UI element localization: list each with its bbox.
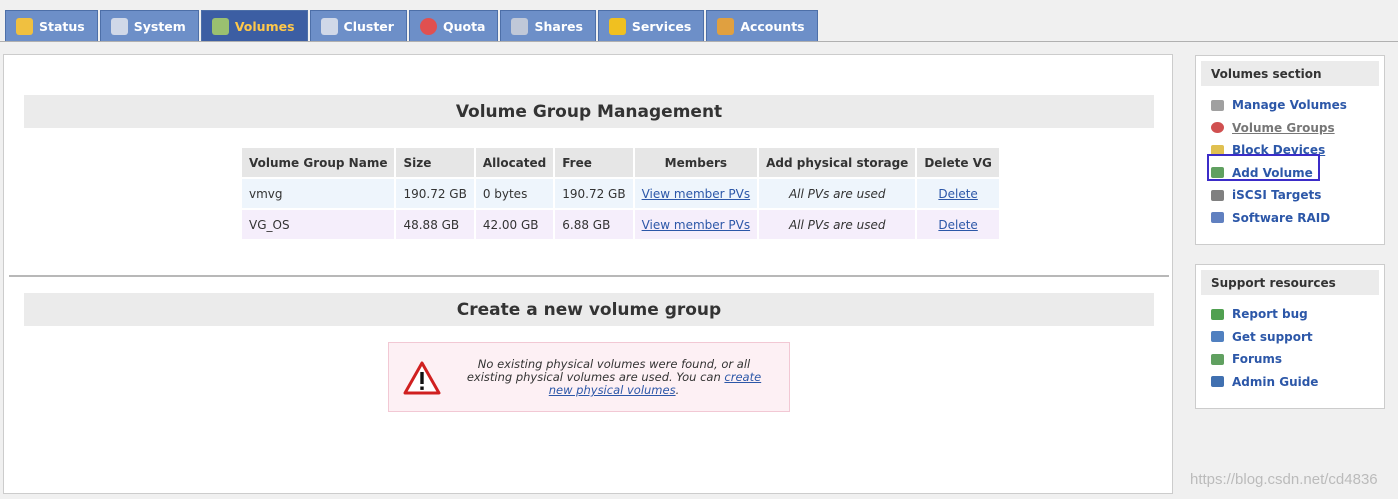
main-content-panel: Volume Group Management Volume Group Nam… xyxy=(3,54,1173,494)
warning-icon xyxy=(403,361,441,395)
support-section-title: Support resources xyxy=(1201,270,1379,295)
tab-services[interactable]: Services xyxy=(597,10,705,42)
volume-groups-link[interactable]: Volume Groups xyxy=(1211,117,1384,140)
manage-volumes-link[interactable]: Manage Volumes xyxy=(1211,94,1384,117)
volume-group-table: Volume Group Name Size Allocated Free Me… xyxy=(240,146,1001,241)
tab-cluster[interactable]: Cluster xyxy=(309,10,407,42)
column-header: Members xyxy=(634,148,758,177)
column-header: Delete VG xyxy=(917,148,999,177)
shares-icon xyxy=(511,18,529,35)
view-member-pvs-link[interactable]: View member PVs xyxy=(642,187,751,201)
tab-quota[interactable]: Quota xyxy=(408,10,499,42)
tab-label: Quota xyxy=(442,19,486,34)
vg-add-storage-cell: All PVs are used xyxy=(759,179,916,208)
drive-icon xyxy=(211,18,229,35)
column-header: Size xyxy=(396,148,474,177)
watermark-text: https://blog.csdn.net/cd4836 xyxy=(1190,471,1378,488)
lightning-icon xyxy=(608,18,626,35)
vg-add-storage-cell: All PVs are used xyxy=(759,210,916,239)
vg-name-cell: vmvg xyxy=(242,179,395,208)
volumes-section-title: Volumes section xyxy=(1201,61,1379,86)
forums-icon xyxy=(1211,353,1224,365)
vg-allocated-cell: 0 bytes xyxy=(475,179,554,208)
tab-label: Volumes xyxy=(234,19,295,34)
vg-members-cell: View member PVs xyxy=(634,179,758,208)
tab-label: Cluster xyxy=(343,19,394,34)
link-label: Get support xyxy=(1232,329,1313,344)
drive-icon xyxy=(1211,99,1224,111)
column-header: Free xyxy=(555,148,633,177)
vg-free-cell: 6.88 GB xyxy=(555,210,633,239)
vg-allocated-cell: 42.00 GB xyxy=(475,210,554,239)
view-member-pvs-link[interactable]: View member PVs xyxy=(642,218,751,232)
tab-label: Status xyxy=(39,19,85,34)
table-header-row: Volume Group Name Size Allocated Free Me… xyxy=(242,148,999,177)
volume-groups-icon xyxy=(1211,122,1224,134)
delete-vg-link[interactable]: Delete xyxy=(938,218,977,232)
warning-text: No existing physical volumes were found,… xyxy=(455,358,773,397)
report-bug-link[interactable]: Report bug xyxy=(1211,303,1384,326)
warning-message: No existing physical volumes were found,… xyxy=(466,357,751,384)
link-label: Manage Volumes xyxy=(1232,98,1347,113)
warning-suffix: . xyxy=(675,383,680,397)
column-header: Volume Group Name xyxy=(242,148,395,177)
tab-label: Services xyxy=(631,19,692,34)
sun-icon xyxy=(16,18,33,35)
main-tab-bar: Status System Volumes Cluster Quota Shar… xyxy=(5,10,820,42)
users-icon xyxy=(717,18,735,35)
section-divider xyxy=(9,275,1169,277)
iscsi-targets-link[interactable]: iSCSI Targets xyxy=(1211,184,1384,207)
link-label: iSCSI Targets xyxy=(1232,188,1322,203)
pie-chart-icon xyxy=(419,18,437,35)
bug-icon xyxy=(1211,308,1224,320)
table-row: VG_OS 48.88 GB 42.00 GB 6.88 GB View mem… xyxy=(242,210,999,239)
vg-size-cell: 190.72 GB xyxy=(396,179,474,208)
column-header: Allocated xyxy=(475,148,554,177)
tab-shares[interactable]: Shares xyxy=(500,10,596,42)
forums-link[interactable]: Forums xyxy=(1211,348,1384,371)
link-label: Volume Groups xyxy=(1232,120,1335,135)
raid-icon xyxy=(1211,212,1224,224)
tab-label: System xyxy=(133,19,186,34)
tab-accounts[interactable]: Accounts xyxy=(706,10,818,42)
tab-label: Shares xyxy=(534,19,583,34)
vg-name-cell: VG_OS xyxy=(242,210,395,239)
link-label: Admin Guide xyxy=(1232,374,1319,389)
vg-delete-cell: Delete xyxy=(917,210,999,239)
link-label: Report bug xyxy=(1232,307,1308,322)
table-row: vmvg 190.72 GB 0 bytes 190.72 GB View me… xyxy=(242,179,999,208)
tab-status[interactable]: Status xyxy=(5,10,98,42)
monitor-icon xyxy=(110,18,128,35)
no-pv-warning-box: No existing physical volumes were found,… xyxy=(388,342,790,412)
volumes-section-box: Volumes section Manage Volumes Volume Gr… xyxy=(1195,55,1385,245)
iscsi-icon xyxy=(1211,189,1224,201)
support-resources-box: Support resources Report bug Get support… xyxy=(1195,264,1385,409)
tab-volumes[interactable]: Volumes xyxy=(200,10,308,42)
link-label: Forums xyxy=(1232,352,1283,367)
delete-vg-link[interactable]: Delete xyxy=(938,187,977,201)
tab-label: Accounts xyxy=(740,19,805,34)
vg-delete-cell: Delete xyxy=(917,179,999,208)
software-raid-link[interactable]: Software RAID xyxy=(1211,207,1384,230)
support-links: Report bug Get support Forums Admin Guid… xyxy=(1196,295,1384,393)
get-support-link[interactable]: Get support xyxy=(1211,326,1384,349)
tab-bar-underline xyxy=(0,41,1398,42)
tab-system[interactable]: System xyxy=(99,10,199,42)
create-vg-section-title: Create a new volume group xyxy=(24,293,1154,326)
admin-guide-link[interactable]: Admin Guide xyxy=(1211,371,1384,394)
support-icon xyxy=(1211,331,1224,343)
vg-size-cell: 48.88 GB xyxy=(396,210,474,239)
vg-members-cell: View member PVs xyxy=(634,210,758,239)
vg-section-title: Volume Group Management xyxy=(24,95,1154,128)
book-icon xyxy=(1211,376,1224,388)
vg-free-cell: 190.72 GB xyxy=(555,179,633,208)
add-volume-highlight xyxy=(1207,154,1320,181)
cluster-icon xyxy=(320,18,338,35)
link-label: Software RAID xyxy=(1232,210,1331,225)
column-header: Add physical storage xyxy=(759,148,916,177)
